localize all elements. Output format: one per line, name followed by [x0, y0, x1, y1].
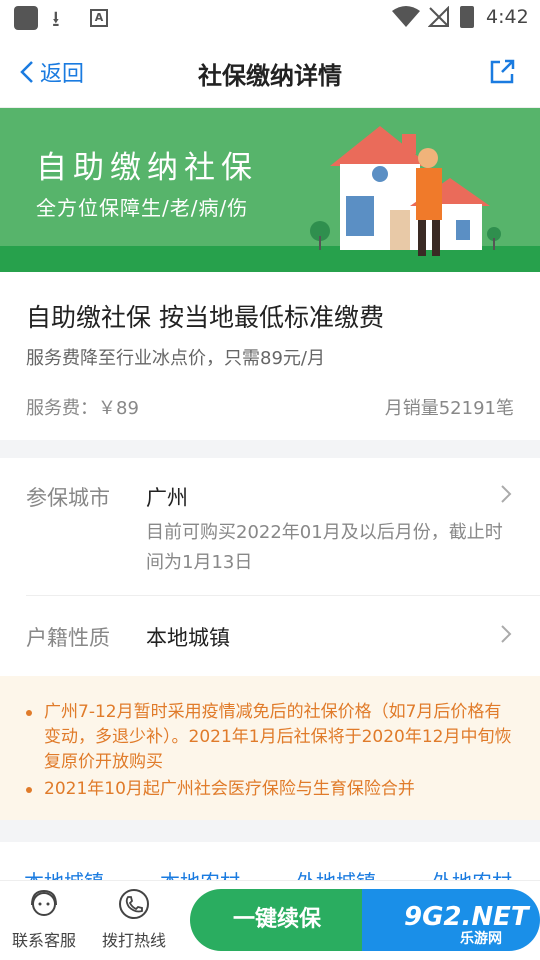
no-signal-icon: [428, 6, 449, 27]
options-form: 参保城市 广州 目前可购买2022年01月及以后月份，截止时间为1月13日 户籍…: [0, 458, 540, 676]
site-watermark: 9G2.NET 乐游网: [404, 902, 529, 948]
banner-tagline: 全方位保障生/老/病/伤: [36, 196, 249, 220]
product-title: 自助缴社保 按当地最低标准缴费: [26, 303, 384, 332]
hukou-value: 本地城镇: [146, 626, 230, 650]
chevron-right-icon: [501, 485, 512, 503]
city-label: 参保城市: [26, 486, 110, 510]
notice-item: 2021年10月起广州社会医疗保险与生育保险合并: [26, 777, 514, 802]
one-click-renew-button[interactable]: 一键续保: [190, 889, 364, 951]
contact-service-label: 联系客服: [11, 931, 76, 950]
app-notification-icon: [14, 6, 38, 30]
hotline-button[interactable]: 拨打热线: [94, 887, 174, 951]
hotline-label: 拨打热线: [101, 931, 166, 950]
wifi-icon: [392, 6, 420, 27]
promo-banner: 自助缴纳社保 全方位保障生/老/病/伤: [0, 108, 540, 272]
product-card: 自助缴社保 按当地最低标准缴费 服务费降至行业冰点价，只需89元/月 服务费：￥…: [0, 272, 540, 440]
phone-icon: [119, 889, 149, 919]
share-icon[interactable]: [488, 58, 516, 86]
title-bar: 返回 社保缴纳详情: [0, 36, 540, 108]
hukou-label: 户籍性质: [26, 626, 110, 650]
notice-item: 广州7-12月暂时采用疫情减免后的社保价格（如7月后价格有变动，多退少补）。20…: [26, 700, 514, 775]
banner-headline: 自助缴纳社保: [36, 150, 258, 186]
divider: [26, 595, 540, 596]
product-subtitle: 服务费降至行业冰点价，只需89元/月: [26, 348, 325, 369]
notice-box: 广州7-12月暂时采用疫情减免后的社保价格（如7月后价格有变动，多退少补）。20…: [0, 676, 540, 820]
download-icon: ⭳: [52, 7, 60, 32]
contact-service-button[interactable]: 联系客服: [4, 887, 84, 951]
house-illustration: [310, 126, 501, 256]
page-title: 社保缴纳详情: [198, 62, 342, 90]
category-tabs: 本地城镇 本地农村 外地城镇 外地农村: [0, 842, 540, 882]
text-notification-icon: A: [90, 9, 108, 27]
battery-icon: [460, 6, 474, 28]
service-fee: 服务费：￥89: [26, 398, 139, 419]
status-bar: ⭳ A 4:42: [0, 0, 540, 36]
chevron-right-icon: [501, 625, 512, 643]
monthly-sales: 月销量52191笔: [384, 398, 514, 419]
city-value: 广州: [146, 486, 188, 510]
customer-service-icon: [31, 889, 57, 916]
status-time: 4:42: [486, 6, 529, 28]
city-purchase-note: 目前可购买2022年01月及以后月份，截止时间为1月13日: [146, 522, 503, 573]
